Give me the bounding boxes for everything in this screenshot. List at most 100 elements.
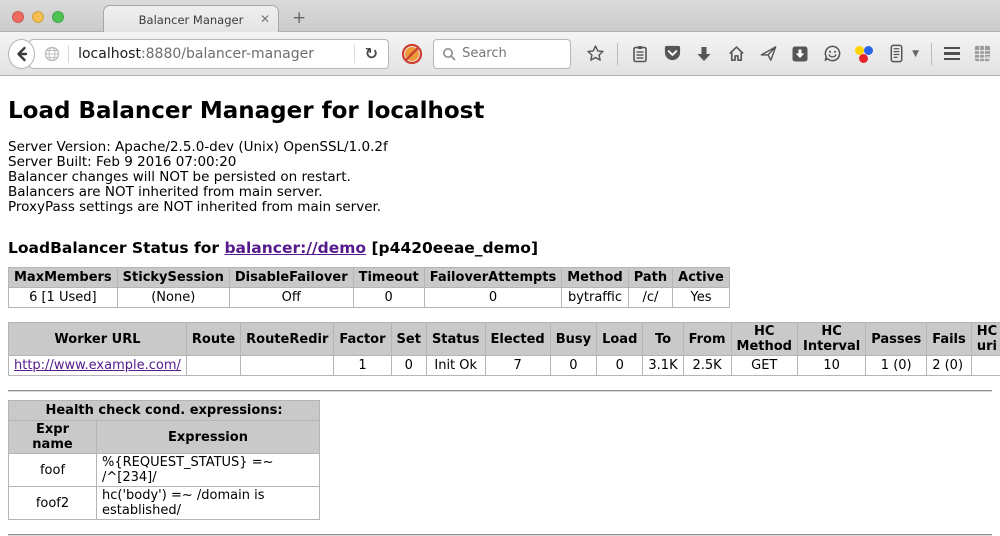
search-icon [442,47,456,61]
val-passes: 1 (0) [866,356,927,376]
val-failoverattempts: 0 [424,288,562,308]
minimize-window-button[interactable] [32,11,44,23]
status-suffix: [p4420eeae_demo] [366,239,538,257]
section-divider [8,390,992,392]
loadbalancer-status-heading: LoadBalancer Status for balancer://demo … [8,239,992,257]
search-input[interactable] [462,46,562,61]
persist-warning-line: Balancer changes will NOT be persisted o… [8,170,992,185]
balancers-warning-line: Balancers are NOT inherited from main se… [8,185,992,200]
col-timeout: Timeout [353,268,424,288]
browser-tab[interactable]: Balancer Manager ✕ [103,5,279,33]
col-active: Active [673,268,730,288]
col-elected: Elected [485,323,550,356]
bookmarks-clipboard-icon[interactable] [630,44,650,64]
red-ball-icon [859,54,868,63]
col-route: Route [186,323,240,356]
health-table-title: Health check cond. expressions: [9,401,320,421]
col-load: Load [597,323,643,356]
col-hc-interval: HC Interval [797,323,865,356]
zoom-window-button[interactable] [52,11,64,23]
pocket-icon[interactable] [662,44,682,64]
col-maxmembers: MaxMembers [9,268,118,288]
table-row: foof2 hc('body') =~ /domain is establish… [9,487,320,520]
val-from: 2.5K [683,356,731,376]
col-disablefailover: DisableFailover [229,268,353,288]
table-row: foof %{REQUEST_STATUS} =~ /^[234]/ [9,454,320,487]
val-hc-method: GET [731,356,797,376]
col-failoverattempts: FailoverAttempts [424,268,562,288]
search-bar[interactable] [433,39,571,69]
toolbar-divider [617,43,618,65]
table-row: http://www.example.com/ 1 0 Init Ok 7 0 … [9,356,1000,376]
window-controls [12,11,64,23]
val-busy: 0 [550,356,596,376]
server-version-line: Server Version: Apache/2.5.0-dev (Unix) … [8,140,992,155]
col-hc-uri: HC uri [971,323,1000,356]
val-hc-interval: 10 [797,356,865,376]
menu-icon[interactable] [944,47,960,61]
reload-icon[interactable]: ↻ [354,44,388,63]
val-hc-uri [971,356,1000,376]
health-check-table: Health check cond. expressions: Expr nam… [8,400,320,520]
col-from: From [683,323,731,356]
page-content: Load Balancer Manager for localhost Serv… [0,76,1000,536]
val-factor: 1 [334,356,391,376]
save-square-icon[interactable] [790,44,810,64]
browser-tab-bar: Balancer Manager ✕ + [0,0,1000,32]
balancer-demo-link[interactable]: balancer://demo [224,239,366,257]
col-hc-method: HC Method [731,323,797,356]
val-expr-name: foof2 [9,487,97,520]
val-to: 3.1K [643,356,683,376]
blue-ball-icon [864,46,873,55]
tab-title: Balancer Manager [139,13,244,27]
val-fails: 2 (0) [927,356,972,376]
tab-close-icon[interactable]: ✕ [260,12,270,26]
toolbar-divider [931,43,932,65]
caret-down-icon[interactable]: ▼ [912,49,919,59]
url-bar[interactable]: localhost:8880/balancer-manager ↻ [29,39,389,69]
val-active: Yes [673,288,730,308]
page-title: Load Balancer Manager for localhost [8,98,992,124]
table-header-row: MaxMembers StickySession DisableFailover… [9,268,730,288]
url-text[interactable]: localhost:8880/balancer-manager [78,46,354,62]
val-routeredir [241,356,334,376]
val-disablefailover: Off [229,288,353,308]
table-row: 6 [1 Used] (None) Off 0 0 bytraffic /c/ … [9,288,730,308]
browser-toolbar: localhost:8880/balancer-manager ↻ [0,32,1000,76]
server-info: Server Version: Apache/2.5.0-dev (Unix) … [8,140,992,215]
home-icon[interactable] [726,44,746,64]
col-passes: Passes [866,323,927,356]
col-routeredir: RouteRedir [241,323,334,356]
back-button[interactable] [8,39,35,69]
col-worker-url: Worker URL [9,323,187,356]
val-load: 0 [597,356,643,376]
plugin-blocked-icon[interactable] [401,43,423,65]
reader-list-icon[interactable] [886,44,906,64]
chat-smiley-icon[interactable] [822,44,842,64]
col-factor: Factor [334,323,391,356]
val-timeout: 0 [353,288,424,308]
url-domain: localhost [78,46,141,62]
globe-icon [44,46,60,62]
bookmark-star-icon[interactable] [585,44,605,64]
toolbar-buttons: ▼ [585,43,992,65]
table-title-row: Health check cond. expressions: [9,401,320,421]
send-plane-icon[interactable] [758,44,778,64]
col-method: Method [562,268,628,288]
close-window-button[interactable] [12,11,24,23]
proxypass-warning-line: ProxyPass settings are NOT inherited fro… [8,200,992,215]
grid-icon[interactable] [972,44,992,64]
col-fails: Fails [927,323,972,356]
val-route [186,356,240,376]
new-tab-button[interactable]: + [292,8,306,28]
downloadhelper-icon[interactable] [854,44,874,64]
col-status: Status [426,323,485,356]
col-to: To [643,323,683,356]
col-path: Path [628,268,672,288]
val-expression: hc('body') =~ /domain is established/ [97,487,320,520]
col-busy: Busy [550,323,596,356]
downloads-icon[interactable] [694,44,714,64]
server-built-line: Server Built: Feb 9 2016 07:00:20 [8,155,992,170]
worker-url-link[interactable]: http://www.example.com/ [14,358,181,373]
balancer-settings-table: MaxMembers StickySession DisableFailover… [8,267,730,308]
